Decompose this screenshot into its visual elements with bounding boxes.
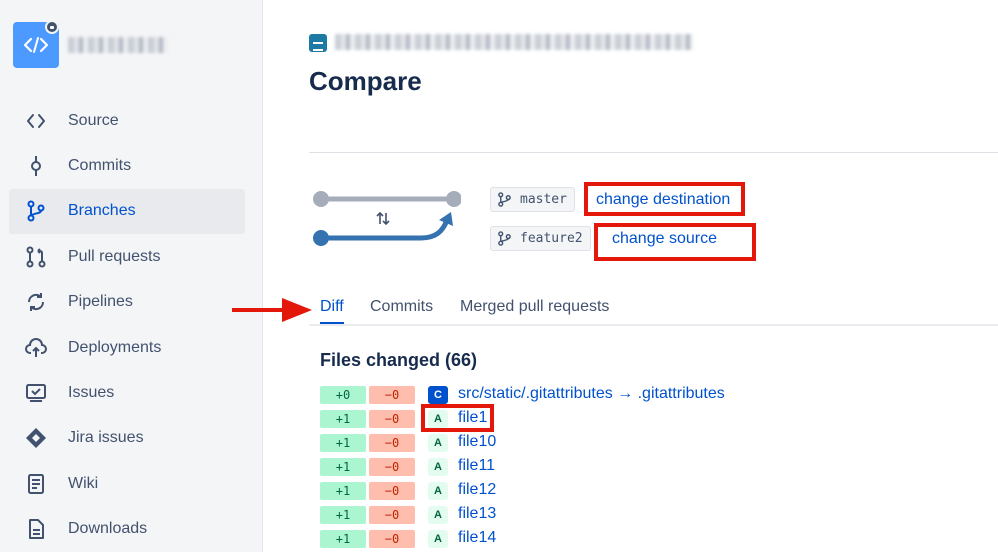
breadcrumb-redacted[interactable]	[335, 34, 693, 50]
file-link[interactable]: file13	[458, 505, 496, 523]
lines-added: +1	[320, 506, 366, 524]
code-icon	[23, 37, 49, 53]
header-divider	[309, 152, 998, 153]
jira-icon	[23, 425, 49, 451]
file-link[interactable]: file11	[458, 457, 495, 475]
file-row: +1 −0 A file10	[320, 433, 960, 453]
source-branch-tag: feature2	[490, 226, 591, 251]
file-link[interactable]: file12	[458, 481, 496, 499]
lines-removed: −0	[369, 386, 415, 404]
lines-removed: −0	[369, 530, 415, 548]
tab-diff[interactable]: Diff	[320, 298, 344, 324]
sidebar-item-jira-issues[interactable]: Jira issues	[9, 416, 245, 461]
main-content: Compare master change destination featur…	[263, 0, 998, 552]
sidebar-item-label: Deployments	[68, 338, 162, 356]
branch-compare-graph-icon	[313, 191, 461, 246]
compare-tabs: Diff Commits Merged pull requests	[309, 296, 998, 326]
destination-branch-name: master	[520, 192, 567, 207]
pipelines-icon	[23, 289, 49, 315]
sidebar-item-label: Downloads	[68, 520, 148, 538]
file-status-badge: A	[428, 506, 448, 524]
source-branch-name: feature2	[520, 231, 583, 246]
file-status-badge: A	[428, 482, 448, 500]
file-row: +1 −0 A file1	[320, 409, 960, 429]
lines-removed: −0	[369, 506, 415, 524]
code-icon	[23, 108, 49, 134]
wiki-icon	[23, 471, 49, 497]
destination-branch-tag: master	[490, 187, 575, 212]
deployments-icon	[23, 335, 49, 361]
sidebar-item-label: Source	[68, 111, 119, 129]
lines-added: +1	[320, 458, 366, 476]
issues-icon	[23, 380, 49, 406]
sidebar-item-label: Commits	[68, 157, 132, 175]
lines-added: +1	[320, 482, 366, 500]
file-link[interactable]: file1	[458, 409, 487, 427]
lines-added: +1	[320, 410, 366, 428]
downloads-icon	[23, 516, 49, 542]
file-status-badge: A	[428, 434, 448, 452]
file-row: +1 −0 A file13	[320, 505, 960, 525]
sidebar-item-commits[interactable]: Commits	[9, 143, 245, 188]
change-source-link[interactable]: change source	[612, 230, 717, 248]
sidebar-item-pipelines[interactable]: Pipelines	[9, 280, 245, 325]
file-status-badge: C	[428, 386, 448, 404]
sidebar-item-label: Pipelines	[68, 293, 133, 311]
sidebar-item-wiki[interactable]: Wiki	[9, 461, 245, 506]
file-status-badge: A	[428, 458, 448, 476]
sidebar-item-downloads[interactable]: Downloads	[9, 507, 245, 552]
annotation-arrow-icon	[232, 298, 312, 322]
sidebar-item-issues[interactable]: Issues	[9, 370, 245, 415]
sidebar-item-label: Pull requests	[68, 247, 161, 265]
tab-merged-pull-requests[interactable]: Merged pull requests	[460, 298, 609, 322]
lines-removed: −0	[369, 482, 415, 500]
page-title: Compare	[309, 66, 422, 96]
sidebar-nav: Source Commits Branches Pull requests Pi…	[9, 98, 245, 552]
file-status-badge: A	[428, 410, 448, 428]
lines-added: +1	[320, 530, 366, 548]
lines-added: +0	[320, 386, 366, 404]
tab-commits[interactable]: Commits	[370, 298, 433, 322]
file-row: +1 −0 A file12	[320, 481, 960, 501]
file-status-badge: A	[428, 530, 448, 548]
repo-name-redacted	[68, 37, 168, 53]
sidebar-item-label: Branches	[68, 202, 136, 220]
branch-icon	[498, 192, 511, 207]
sidebar-item-branches[interactable]: Branches	[9, 188, 245, 235]
bitbucket-compare-page: Source Commits Branches Pull requests Pi…	[0, 0, 998, 552]
file-link[interactable]: src/static/.gitattributes → .gitattribut…	[458, 385, 725, 403]
file-link[interactable]: file14	[458, 529, 496, 547]
sidebar-item-pull-requests[interactable]: Pull requests	[9, 234, 245, 279]
sidebar-item-label: Issues	[68, 384, 115, 402]
sidebar-item-label: Jira issues	[68, 429, 144, 447]
file-row: +1 −0 A file14	[320, 529, 960, 549]
file-link[interactable]: file10	[458, 433, 496, 451]
lines-removed: −0	[369, 410, 415, 428]
sidebar-item-deployments[interactable]: Deployments	[9, 325, 245, 370]
change-destination-link[interactable]: change destination	[596, 191, 730, 209]
lines-removed: −0	[369, 434, 415, 452]
repository-icon	[309, 34, 327, 52]
branch-icon	[23, 198, 49, 224]
lines-removed: −0	[369, 458, 415, 476]
file-row: +0 −0 C src/static/.gitattributes → .git…	[320, 385, 960, 405]
sidebar: Source Commits Branches Pull requests Pi…	[0, 0, 263, 552]
commit-icon	[23, 153, 49, 179]
sidebar-item-label: Wiki	[68, 474, 99, 492]
files-changed-heading: Files changed (66)	[320, 350, 478, 370]
pull-request-icon	[23, 244, 49, 270]
swap-icon	[376, 211, 390, 226]
lines-added: +1	[320, 434, 366, 452]
branch-icon	[498, 231, 511, 246]
sidebar-item-source[interactable]: Source	[9, 98, 245, 143]
file-row: +1 −0 A file11	[320, 457, 960, 477]
lock-icon	[45, 20, 59, 34]
